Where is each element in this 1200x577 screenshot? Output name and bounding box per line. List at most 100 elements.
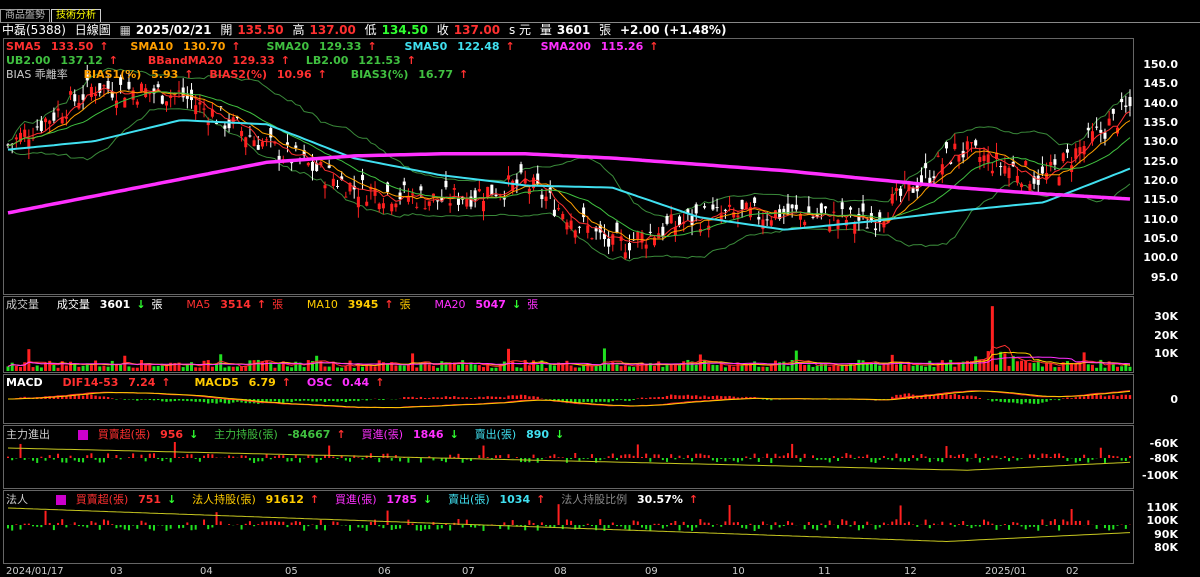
institutional-bar (274, 521, 276, 525)
volume-bar (344, 366, 347, 371)
institutional-bar (357, 525, 359, 527)
volume-bar (578, 367, 581, 371)
volume-bar (636, 364, 639, 371)
main-force-bar (825, 458, 827, 460)
institutional-bar (482, 525, 484, 531)
volume-bar (549, 365, 552, 371)
candle-body (557, 208, 560, 209)
institutional-bar (537, 525, 539, 531)
macd-histogram-bar (140, 399, 142, 400)
institutional-bar (449, 525, 451, 530)
institutional-bar (307, 525, 309, 526)
macd-histogram-bar (999, 399, 1001, 402)
volume-bar (1103, 368, 1106, 371)
macd-histogram-bar (274, 399, 276, 401)
macd-histogram-bar (282, 399, 284, 403)
institutional-bar (412, 523, 414, 525)
main-force-bar (45, 458, 47, 461)
macd-histogram-bar (215, 399, 217, 404)
candle-body (436, 200, 439, 201)
macd-histogram-bar (328, 399, 330, 401)
candle-body (590, 238, 593, 239)
macd-histogram-bar (1033, 399, 1035, 404)
main-force-bar (996, 456, 998, 458)
institutional-bar (845, 521, 847, 525)
institutional-bar (875, 525, 877, 529)
main-force-bar (487, 457, 489, 458)
macd-histogram-bar (466, 397, 468, 399)
chart-canvas[interactable] (0, 0, 1200, 574)
volume-bar (995, 365, 998, 371)
candle-body (1129, 97, 1132, 106)
volume-bar (945, 364, 948, 371)
main-force-bar (32, 458, 34, 461)
macd-histogram-bar (165, 399, 167, 402)
institutional-bar (720, 525, 722, 527)
volume-bar (999, 352, 1002, 371)
candle-body (670, 214, 673, 223)
candle-body (628, 243, 631, 250)
volume-bar (941, 360, 944, 371)
institutional-bar (891, 522, 893, 525)
menu-icon[interactable] (78, 430, 88, 440)
institutional-bar (620, 525, 622, 526)
macd-histogram-bar (278, 399, 280, 402)
candle-body (361, 175, 364, 180)
main-force-bar (174, 442, 176, 458)
candle-body (736, 215, 739, 217)
macd-histogram-bar (1120, 395, 1122, 399)
main-force-bar (362, 458, 364, 460)
volume-bar (499, 364, 502, 371)
main-force-bar (779, 456, 781, 458)
macd-histogram-bar (674, 395, 676, 399)
macd-legend: MACD DIF14-53 7.24↑ MACD5 6.79↑ OSC 0.44… (6, 376, 396, 390)
institutional-bar (503, 522, 505, 525)
institutional-bar (958, 524, 960, 525)
y-tick: 100.0 (1143, 251, 1178, 264)
main-force-bar (854, 458, 856, 459)
institutional-bar (115, 525, 117, 528)
main-force-holding-line (8, 448, 1130, 470)
institutional-bar (61, 519, 63, 525)
volume-bar (657, 361, 660, 371)
candle-body (165, 101, 168, 105)
main-force-bar (599, 458, 601, 460)
macd-histogram-bar (1016, 399, 1018, 403)
macd-histogram-bar (1012, 399, 1014, 403)
macd-histogram-bar (1008, 399, 1010, 403)
x-tick: 08 (554, 566, 567, 577)
candle-body (161, 96, 164, 104)
institutional-bar (316, 525, 318, 529)
institutional-bar (11, 525, 13, 531)
main-force-bar (508, 454, 510, 458)
institutional-bar (257, 524, 259, 525)
candle-body (294, 146, 297, 148)
candle-body (198, 102, 201, 104)
volume-bar (403, 366, 406, 371)
macd-histogram-bar (670, 395, 672, 399)
candle-body (1099, 130, 1102, 133)
menu-icon[interactable] (56, 495, 66, 505)
x-tick: 2024/01/17 (6, 566, 64, 577)
candle-body (123, 98, 126, 108)
candle-body (419, 186, 422, 190)
macd-histogram-bar (712, 396, 714, 399)
institutional-bar (712, 525, 714, 527)
main-force-bar (249, 458, 251, 460)
main-force-bar (620, 455, 622, 458)
macd-histogram-bar (1104, 396, 1106, 399)
volume-bar (816, 366, 819, 371)
macd-histogram-bar (161, 399, 163, 401)
candle-body (716, 207, 719, 208)
candle-body (945, 142, 948, 148)
candle-body (36, 126, 39, 127)
main-force-bar (1016, 458, 1018, 461)
institutional-bar (599, 519, 601, 525)
candle-body (107, 81, 110, 89)
candle-body (649, 232, 652, 233)
macd-histogram-bar (132, 399, 134, 400)
macd-histogram-bar (708, 397, 710, 399)
main-force-bar (349, 458, 351, 462)
institutional-bar (1000, 525, 1002, 526)
macd-histogram-bar (612, 399, 614, 401)
